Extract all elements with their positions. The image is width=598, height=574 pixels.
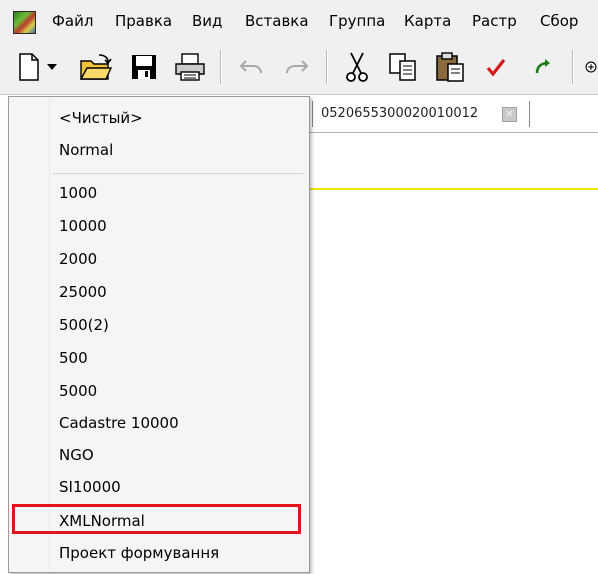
close-tab-icon[interactable]: ✕ xyxy=(502,107,517,122)
menu-file[interactable]: Файл xyxy=(52,12,93,30)
new-document-icon[interactable] xyxy=(16,50,42,84)
template-item-label: NGO xyxy=(59,446,94,464)
zoom-icon[interactable] xyxy=(584,50,598,84)
cut-icon[interactable] xyxy=(342,50,372,84)
menu-insert[interactable]: Вставка xyxy=(245,12,309,30)
template-item-xmlnormal[interactable]: XMLNormal xyxy=(9,506,309,536)
template-item-normal[interactable]: Normal xyxy=(9,135,309,165)
template-item-5000[interactable]: 5000 xyxy=(9,376,309,406)
template-item-label: Проект формування xyxy=(59,544,220,562)
map-guide-line xyxy=(300,188,598,190)
template-item-label: SI10000 xyxy=(59,478,121,496)
template-item-label: Cadastre 10000 xyxy=(59,414,179,432)
menu-map[interactable]: Карта xyxy=(404,12,451,30)
template-item-label: XMLNormal xyxy=(59,512,145,530)
document-tab-title: 052065530002001001​2 xyxy=(321,106,479,121)
template-item-clean[interactable]: <Чистый> xyxy=(9,103,309,133)
toolbar-separator xyxy=(220,50,222,84)
check-icon[interactable] xyxy=(482,50,510,84)
template-item-label: 500 xyxy=(59,349,88,367)
copy-icon[interactable] xyxy=(386,50,420,84)
undo-icon[interactable] xyxy=(236,50,266,84)
template-item-label: 1000 xyxy=(59,184,98,202)
canvas-border xyxy=(300,132,598,133)
menu-collect[interactable]: Сбор xyxy=(540,12,578,30)
template-item-500-2[interactable]: 500(2) xyxy=(9,310,309,340)
toolbar-separator xyxy=(326,50,328,84)
menu-view[interactable]: Вид xyxy=(192,12,222,30)
save-icon[interactable] xyxy=(128,50,160,84)
paste-icon[interactable] xyxy=(432,50,468,84)
template-item-label: 2000 xyxy=(59,250,98,268)
dropdown-separator xyxy=(53,173,303,174)
menu-raster[interactable]: Растр xyxy=(472,12,517,30)
menu-bar: Файл Правка Вид Вставка Группа Карта Рас… xyxy=(0,0,598,40)
template-item-25000[interactable]: 25000 xyxy=(9,277,309,307)
document-tab[interactable]: 052065530002001001​2 ✕ xyxy=(312,101,530,127)
template-item-1000[interactable]: 1000 xyxy=(9,178,309,208)
redo-icon[interactable] xyxy=(282,50,312,84)
template-item-label: 500(2) xyxy=(59,316,109,334)
template-item-2000[interactable]: 2000 xyxy=(9,244,309,274)
open-folder-icon[interactable] xyxy=(78,50,114,84)
template-item-cadastre-10000[interactable]: Cadastre 10000 xyxy=(9,408,309,438)
template-item-10000[interactable]: 10000 xyxy=(9,211,309,241)
template-item-proekt-formuvannya[interactable]: Проект формування xyxy=(9,538,309,568)
template-item-label: 5000 xyxy=(59,382,98,400)
template-item-label: 25000 xyxy=(59,283,107,301)
template-item-500[interactable]: 500 xyxy=(9,343,309,373)
template-dropdown: <Чистый> Normal 1000 10000 2000 25000 50… xyxy=(8,96,310,573)
template-item-label: Normal xyxy=(59,141,114,159)
print-icon[interactable] xyxy=(172,50,208,84)
toolbar-separator xyxy=(572,50,574,84)
dropdown-arrow-icon[interactable] xyxy=(44,50,60,84)
template-item-si10000[interactable]: SI10000 xyxy=(9,472,309,502)
template-item-label: <Чистый> xyxy=(59,109,143,127)
toolbar xyxy=(0,40,598,95)
refresh-icon[interactable] xyxy=(530,50,558,84)
template-item-ngo[interactable]: NGO xyxy=(9,440,309,470)
menu-edit[interactable]: Правка xyxy=(115,12,172,30)
menu-group[interactable]: Группа xyxy=(329,12,385,30)
app-icon[interactable] xyxy=(13,11,36,34)
template-item-label: 10000 xyxy=(59,217,107,235)
